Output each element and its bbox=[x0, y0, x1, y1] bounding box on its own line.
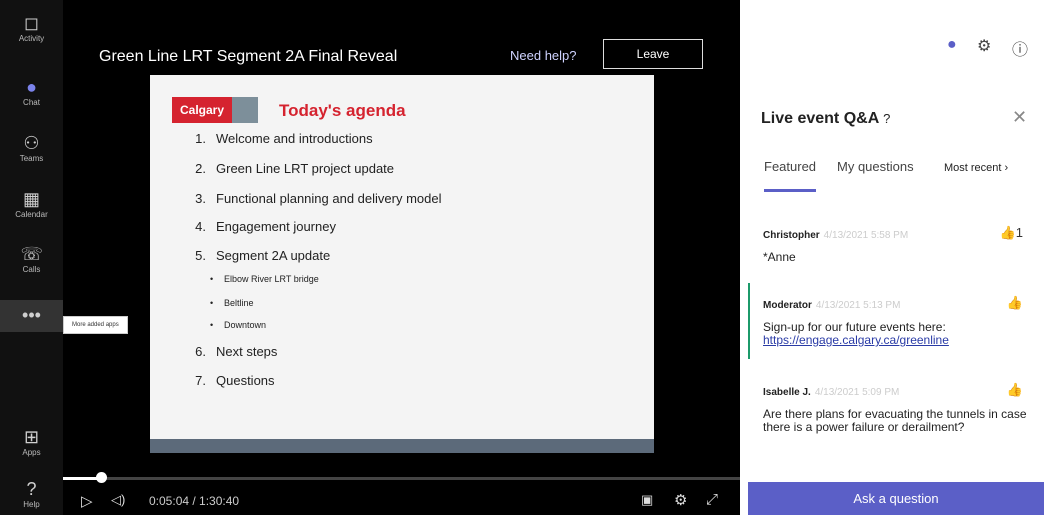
help-circle-icon[interactable]: ? bbox=[883, 111, 890, 126]
gear-icon[interactable]: ⚙ bbox=[977, 36, 991, 56]
agenda-subitem: • Beltline bbox=[210, 298, 254, 308]
fullscreen-icon[interactable]: ⤢ bbox=[706, 491, 718, 508]
like-button[interactable]: 👍 bbox=[1007, 382, 1023, 398]
agenda-item: 7. Questions bbox=[195, 373, 275, 388]
moderator-indicator bbox=[748, 283, 750, 359]
settings-gear-icon[interactable]: ⚙ bbox=[674, 491, 687, 509]
agenda-subitem: • Elbow River LRT bridge bbox=[210, 274, 319, 284]
tab-active-indicator bbox=[764, 189, 816, 192]
calgary-logo: Calgary bbox=[172, 97, 233, 123]
volume-icon[interactable]: ◁) bbox=[111, 492, 125, 508]
thumbs-up-icon: 👍 bbox=[1006, 295, 1023, 310]
close-icon[interactable]: ✕ bbox=[1012, 107, 1027, 128]
rail-item-calls[interactable]: ☏ Calls bbox=[0, 243, 63, 274]
agenda-item: 3. Functional planning and delivery model bbox=[195, 191, 442, 206]
app-rail: ◻ Activity ● Chat ⚇ Teams ▦ Calendar ☏ C… bbox=[0, 0, 63, 515]
captions-icon[interactable]: ▣ bbox=[641, 492, 653, 508]
agenda-item: 4. Engagement journey bbox=[195, 219, 336, 234]
leave-button[interactable]: Leave bbox=[603, 39, 703, 69]
rail-label: Calendar bbox=[15, 210, 48, 219]
calendar-icon: ▦ bbox=[22, 189, 40, 209]
agenda-item: 6. Next steps bbox=[195, 344, 278, 359]
question-item: Isabelle J. 4/13/2021 5:09 PM Are there p… bbox=[763, 382, 1033, 434]
rail-label: Teams bbox=[19, 154, 44, 163]
phone-icon: ☏ bbox=[20, 244, 44, 264]
rail-label: Help bbox=[23, 500, 40, 509]
like-button[interactable]: 👍 bbox=[1007, 295, 1023, 311]
agenda-item: 5. Segment 2A update bbox=[195, 248, 331, 263]
ask-question-button[interactable]: Ask a question bbox=[748, 482, 1044, 515]
slide-title: Today's agenda bbox=[279, 101, 406, 120]
rail-label: Calls bbox=[22, 265, 41, 274]
agenda-item: 2. Green Line LRT project update bbox=[195, 161, 395, 176]
question-time: 4/13/2021 5:09 PM bbox=[814, 387, 900, 398]
question-time: 4/13/2021 5:13 PM bbox=[815, 300, 901, 311]
seek-handle[interactable] bbox=[95, 472, 107, 483]
more-icon: ••• bbox=[22, 305, 41, 325]
question-time: 4/13/2021 5:58 PM bbox=[823, 230, 909, 241]
question-item: Christopher 4/13/2021 5:58 PM *Anne 👍1 bbox=[763, 225, 1033, 264]
question-text: *Anne bbox=[763, 250, 796, 264]
apps-icon: ⊞ bbox=[23, 427, 40, 447]
rail-item-teams[interactable]: ⚇ Teams bbox=[0, 132, 63, 163]
question-author: Christopher bbox=[763, 230, 820, 241]
question-text: Sign-up for our future events here: https… bbox=[763, 320, 949, 347]
qa-panel: ● ⚙ ⓘ Live event Q&A ? ✕ Featured My que… bbox=[740, 0, 1044, 515]
rail-item-calendar[interactable]: ▦ Calendar bbox=[0, 188, 63, 219]
rail-label: Activity bbox=[18, 34, 45, 43]
info-icon[interactable]: ⓘ bbox=[1012, 36, 1028, 60]
sort-dropdown[interactable]: Most recent › bbox=[944, 162, 1008, 174]
rail-item-chat[interactable]: ● Chat bbox=[0, 76, 63, 107]
rail-item-activity[interactable]: ◻ Activity bbox=[0, 12, 63, 43]
rail-item-apps[interactable]: ⊞ Apps bbox=[0, 426, 63, 457]
rail-item-more[interactable]: ••• bbox=[0, 300, 63, 332]
question-author: Moderator bbox=[763, 300, 812, 311]
video-player[interactable]: Green Line LRT Segment 2A Final Reveal N… bbox=[63, 0, 740, 515]
thumbs-up-icon: 👍 bbox=[1006, 382, 1023, 397]
qa-icon[interactable]: ● bbox=[947, 36, 957, 54]
tab-featured[interactable]: Featured bbox=[764, 159, 816, 174]
rail-label: Apps bbox=[22, 448, 41, 457]
chevron-down-icon: › bbox=[1004, 162, 1009, 174]
like-button[interactable]: 👍1 bbox=[1000, 225, 1023, 241]
question-author: Isabelle J. bbox=[763, 387, 811, 398]
city-crest-icon bbox=[232, 97, 258, 123]
question-text: Are there plans for evacuating the tunne… bbox=[763, 407, 1027, 434]
tab-my-questions[interactable]: My questions bbox=[837, 159, 914, 174]
help-icon: ? bbox=[26, 479, 37, 499]
chat-icon: ● bbox=[26, 77, 37, 97]
event-title: Green Line LRT Segment 2A Final Reveal bbox=[99, 48, 398, 65]
agenda-subitem: • Downtown bbox=[210, 320, 267, 330]
greenline-link[interactable]: https://engage.calgary.ca/greenline bbox=[763, 333, 949, 347]
question-item: Moderator 4/13/2021 5:13 PM Sign-up for o… bbox=[763, 295, 1033, 347]
presentation-slide: Calgary Today's agenda 1. Welcome and int… bbox=[150, 75, 654, 453]
rail-item-help[interactable]: ? Help bbox=[0, 478, 63, 509]
qa-title: Live event Q&A ? bbox=[761, 110, 891, 127]
thumbs-up-icon: 👍 bbox=[999, 225, 1016, 240]
slide-footer-bar bbox=[150, 439, 654, 453]
rail-label: Chat bbox=[23, 98, 40, 107]
bell-icon: ◻ bbox=[24, 13, 39, 33]
seek-bar[interactable] bbox=[63, 477, 740, 480]
time-display: 0:05:04 / 1:30:40 bbox=[149, 494, 240, 508]
agenda-item: 1. Welcome and introductions bbox=[195, 131, 373, 146]
teams-icon: ⚇ bbox=[23, 133, 40, 153]
need-help-link[interactable]: Need help? bbox=[510, 48, 577, 63]
more-apps-tooltip: More added apps bbox=[63, 316, 128, 334]
play-icon[interactable]: ▷ bbox=[81, 492, 93, 510]
